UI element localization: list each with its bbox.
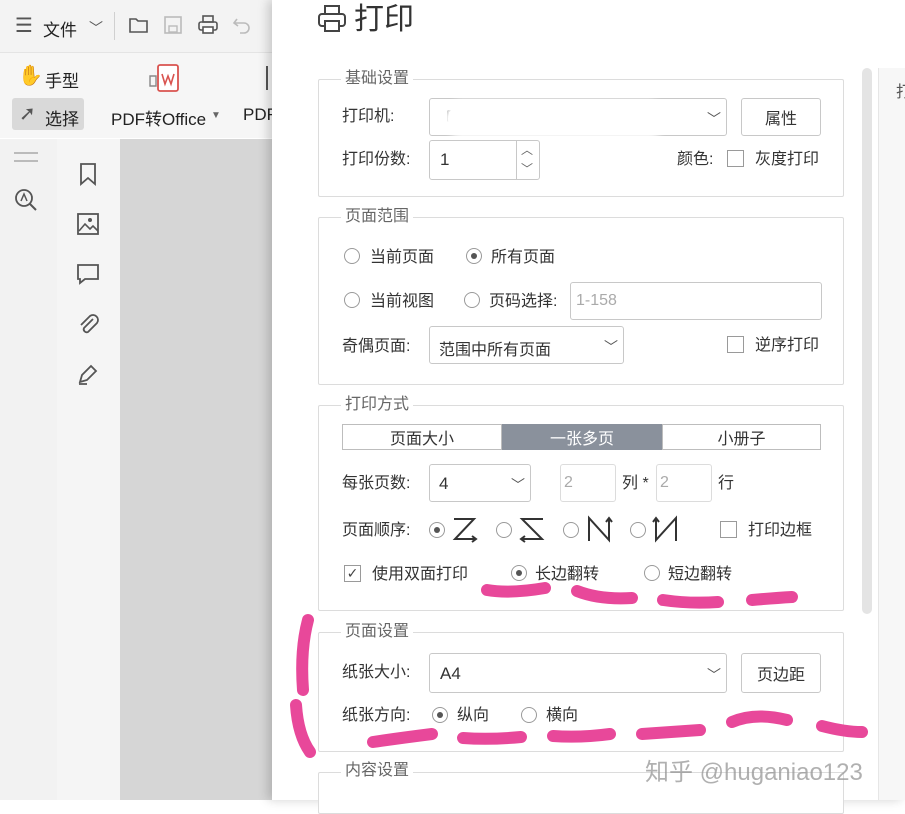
- annotation-marks: [290, 582, 868, 758]
- watermark: 知乎 @huganiao123: [645, 759, 863, 786]
